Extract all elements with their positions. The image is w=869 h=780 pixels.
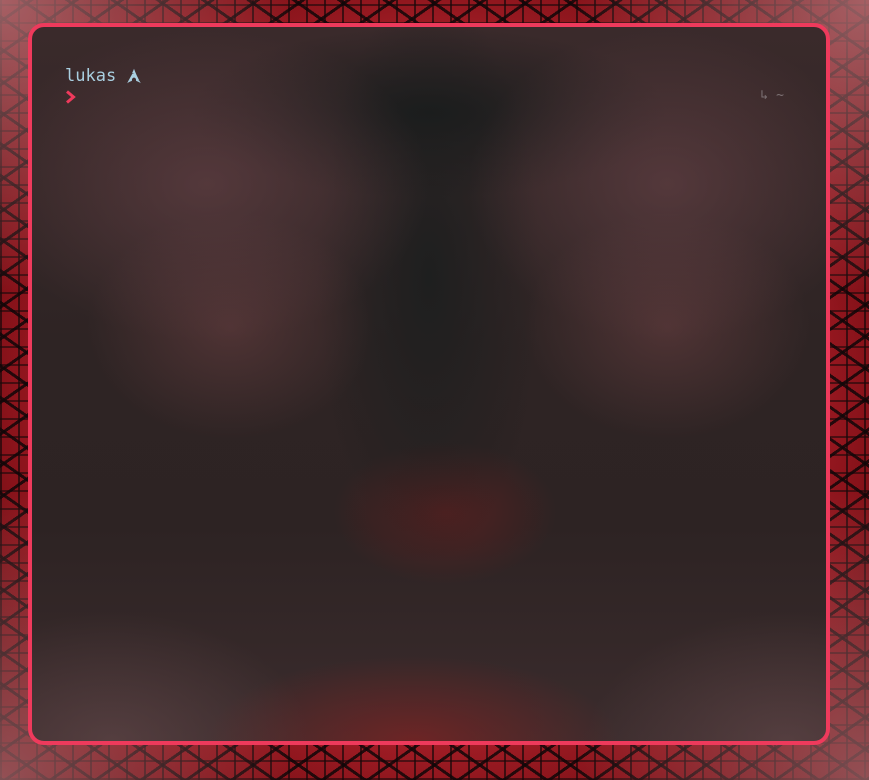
username: lukas [65,66,117,86]
return-arrow-icon: ↳ [760,88,769,103]
prompt-user-line: lukas [65,65,142,87]
right-prompt: ↳ ~ [760,87,784,105]
arch-linux-icon [126,68,142,84]
current-directory: ~ [776,88,784,103]
prompt-input-line[interactable] [65,89,77,104]
chevron-right-icon [65,89,77,104]
terminal-window[interactable]: lukas ↳ ~ [28,23,830,745]
